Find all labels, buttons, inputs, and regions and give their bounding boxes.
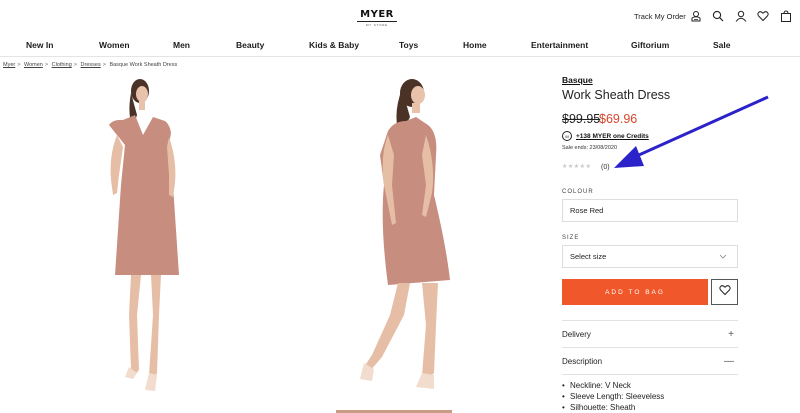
product-title: Work Sheath Dress — [562, 88, 671, 102]
myer-logo[interactable]: MYER MY STORE — [357, 9, 397, 27]
logo-subtext: MY STORE — [357, 21, 397, 27]
breadcrumb-myer[interactable]: Myer — [3, 62, 15, 68]
search-icon[interactable] — [712, 10, 724, 22]
myer-one-icon: M — [562, 131, 572, 141]
nav-item-home[interactable]: Home — [463, 40, 487, 50]
sale-price: $69.96 — [599, 112, 638, 126]
colour-label: COLOUR — [562, 189, 594, 195]
nav-item-women[interactable]: Women — [99, 40, 130, 50]
myer-one-credits[interactable]: M +138 MYER one Credits — [562, 131, 649, 141]
nav-item-giftorium[interactable]: Giftorium — [631, 40, 669, 50]
original-price: $99.95 — [562, 112, 601, 126]
breadcrumb: Myer > Women > Clothing > Dresses > Basque W… — [3, 62, 177, 68]
size-value: Select size — [570, 252, 607, 261]
nav-item-new-in[interactable]: New In — [26, 40, 53, 50]
chevron-down-icon — [719, 252, 727, 260]
breadcrumb-current: Basque Work Sheath Dress — [109, 62, 178, 68]
add-to-bag-button[interactable]: ADD TO BAG — [562, 279, 708, 305]
account-icon[interactable] — [735, 10, 747, 22]
delivery-accordion[interactable]: Delivery + — [562, 321, 738, 347]
product-image-side[interactable] — [350, 75, 465, 400]
colour-swatch-selector[interactable]: Rose Red — [562, 199, 738, 222]
nav-item-entertainment[interactable]: Entertainment — [531, 40, 588, 50]
rating-stars[interactable]: ★★★★★ — [562, 163, 591, 170]
nav-item-kids-baby[interactable]: Kids & Baby — [309, 40, 359, 50]
breadcrumb-separator: > — [73, 62, 77, 68]
divider — [562, 374, 738, 375]
breadcrumb-women[interactable]: Women — [24, 62, 43, 68]
heart-icon — [718, 283, 731, 301]
heart-icon[interactable] — [757, 10, 769, 22]
rating-count[interactable]: (0) — [601, 164, 610, 171]
nav-item-men[interactable]: Men — [173, 40, 190, 50]
description-item: Silhouette: Sheath — [562, 402, 664, 413]
breadcrumb-dresses[interactable]: Dresses — [81, 62, 101, 68]
size-label: SIZE — [562, 235, 580, 241]
description-accordion[interactable]: Description — — [562, 348, 738, 374]
product-image-front[interactable] — [95, 75, 195, 400]
sale-ends-text: Sale ends: 23/08/2020 — [562, 145, 618, 151]
breadcrumb-separator: > — [44, 62, 49, 68]
description-list: Neckline: V Neck Sleeve Length: Sleevele… — [562, 380, 664, 413]
breadcrumb-clothing[interactable]: Clothing — [52, 62, 72, 68]
minus-icon: — — [724, 355, 734, 367]
add-to-wishlist-button[interactable] — [711, 279, 738, 305]
description-item: Neckline: V Neck — [562, 380, 664, 391]
bag-icon[interactable] — [780, 10, 792, 22]
colour-value: Rose Red — [570, 206, 604, 215]
breadcrumb-separator: > — [17, 62, 21, 68]
logo-text: MYER — [360, 9, 394, 20]
delivery-label: Delivery — [562, 329, 591, 339]
main-nav: New In Women Men Beauty Kids & Baby Toys… — [0, 37, 800, 57]
description-label: Description — [562, 356, 603, 366]
nav-item-toys[interactable]: Toys — [399, 40, 418, 50]
size-select[interactable]: Select size — [562, 245, 738, 268]
nav-item-beauty[interactable]: Beauty — [236, 40, 264, 50]
product-brand-link[interactable]: Basque — [562, 75, 593, 85]
track-order-icon[interactable] — [690, 10, 702, 22]
description-item: Sleeve Length: Sleeveless — [562, 391, 664, 402]
breadcrumb-separator: > — [102, 62, 106, 68]
credits-label: +138 MYER one Credits — [576, 132, 649, 140]
plus-icon: + — [728, 328, 734, 340]
nav-item-sale[interactable]: Sale — [713, 40, 731, 50]
track-order-link[interactable]: Track My Order — [634, 12, 686, 21]
